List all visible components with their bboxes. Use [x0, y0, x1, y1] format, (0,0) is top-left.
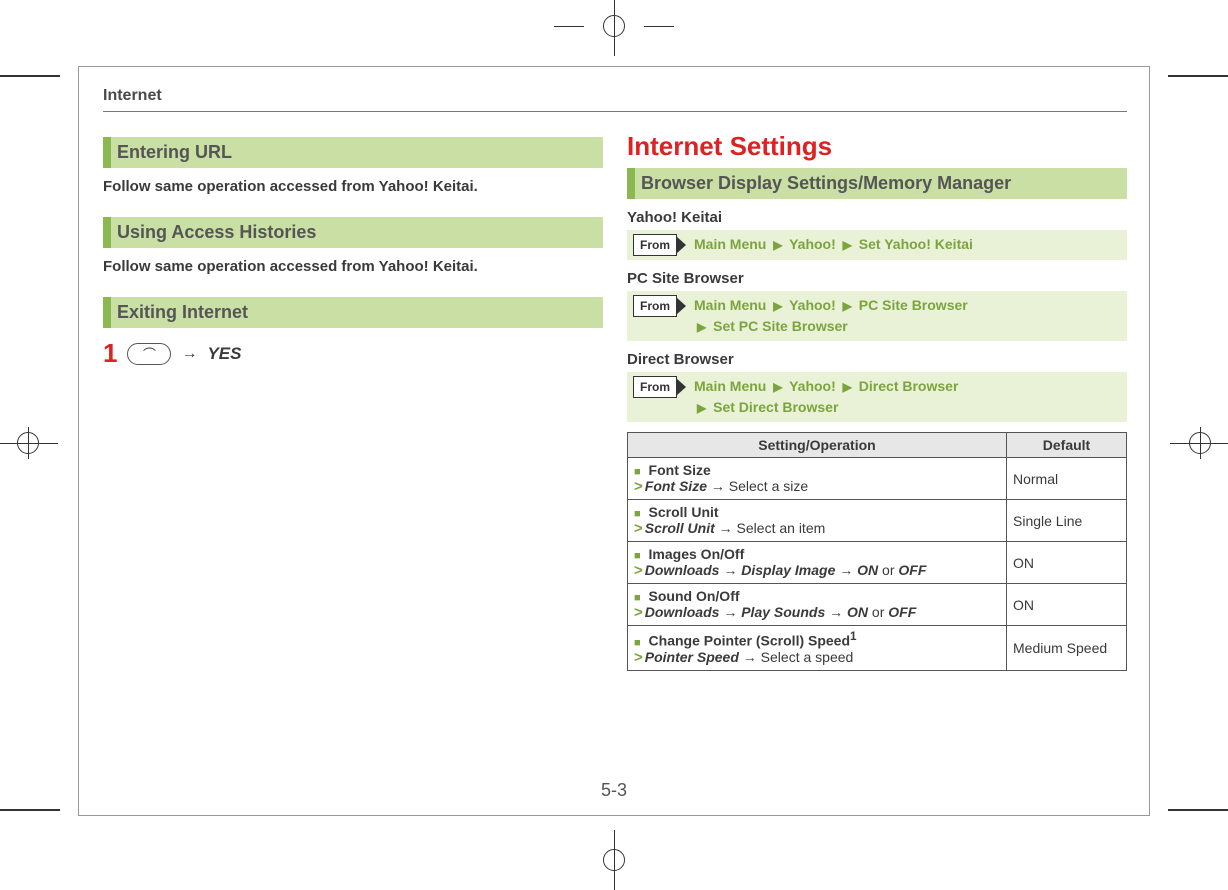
setting-cell: ■ Change Pointer (Scroll) Speed1>Pointer… — [628, 626, 1007, 671]
crop-mark — [1158, 55, 1228, 125]
col-setting: Setting/Operation — [628, 433, 1007, 458]
breadcrumb-path: Main Menu ▶ Yahoo! ▶ Set Yahoo! Keitai — [694, 234, 973, 255]
setting-cell: ■ Scroll Unit>Scroll Unit → Select an it… — [628, 500, 1007, 542]
registration-mark-right — [1170, 413, 1228, 473]
section-entering-url: Entering URL — [103, 137, 603, 168]
step-number: 1 — [103, 338, 117, 369]
step-1-row: 1 ⌒ → YES — [103, 338, 603, 369]
section-using-access-histories: Using Access Histories — [103, 217, 603, 248]
from-badge: From — [633, 295, 686, 317]
browser-mode-label: PC Site Browser — [627, 270, 1127, 287]
from-breadcrumb: From Main Menu ▶ Yahoo! ▶ PC Site Browser… — [627, 291, 1127, 341]
crop-mark — [0, 55, 70, 125]
registration-mark-left — [0, 413, 58, 473]
chapter-rule — [103, 111, 1127, 112]
from-breadcrumb: From Main Menu ▶ Yahoo! ▶ Set Yahoo! Keit… — [627, 230, 1127, 260]
default-cell: Single Line — [1007, 500, 1127, 542]
table-row: ■ Scroll Unit>Scroll Unit → Select an it… — [628, 500, 1127, 542]
entering-url-body: Follow same operation accessed from Yaho… — [103, 178, 603, 195]
from-breadcrumb: From Main Menu ▶ Yahoo! ▶ Direct Browser … — [627, 372, 1127, 422]
registration-mark-bottom — [584, 830, 644, 890]
setting-cell: ■ Font Size>Font Size → Select a size — [628, 458, 1007, 500]
col-default: Default — [1007, 433, 1127, 458]
from-badge: From — [633, 234, 686, 256]
from-badge: From — [633, 376, 686, 398]
breadcrumb-path: Main Menu ▶ Yahoo! ▶ PC Site Browser ▶ S… — [694, 295, 968, 337]
end-key-icon: ⌒ — [127, 343, 171, 365]
table-row: ■ Sound On/Off>Downloads → Play Sounds →… — [628, 584, 1127, 626]
table-row: ■ Font Size>Font Size → Select a sizeNor… — [628, 458, 1127, 500]
left-column: Entering URL Follow same operation acces… — [103, 131, 603, 369]
page-number: 5-3 — [601, 780, 627, 801]
registration-mark-top — [584, 0, 644, 56]
right-column: Internet Settings Browser Display Settin… — [627, 131, 1127, 671]
setting-cell: ■ Images On/Off>Downloads → Display Imag… — [628, 542, 1007, 584]
settings-table: Setting/Operation Default ■ Font Size>Fo… — [627, 432, 1127, 671]
page-frame: Internet Entering URL Follow same operat… — [78, 66, 1150, 816]
browser-mode-label: Yahoo! Keitai — [627, 209, 1127, 226]
heading-internet-settings: Internet Settings — [627, 131, 1127, 162]
default-cell: Medium Speed — [1007, 626, 1127, 671]
default-cell: ON — [1007, 584, 1127, 626]
crop-mark — [1158, 761, 1228, 831]
section-browser-display-settings: Browser Display Settings/Memory Manager — [627, 168, 1127, 199]
breadcrumb-path: Main Menu ▶ Yahoo! ▶ Direct Browser ▶ Se… — [694, 376, 958, 418]
browser-mode-label: Direct Browser — [627, 351, 1127, 368]
step-yes: YES — [207, 344, 241, 364]
crop-mark — [0, 761, 70, 831]
default-cell: ON — [1007, 542, 1127, 584]
using-access-histories-body: Follow same operation accessed from Yaho… — [103, 258, 603, 275]
setting-cell: ■ Sound On/Off>Downloads → Play Sounds →… — [628, 584, 1007, 626]
chapter-title: Internet — [103, 87, 162, 105]
section-exiting-internet: Exiting Internet — [103, 297, 603, 328]
default-cell: Normal — [1007, 458, 1127, 500]
table-row: ■ Images On/Off>Downloads → Display Imag… — [628, 542, 1127, 584]
table-row: ■ Change Pointer (Scroll) Speed1>Pointer… — [628, 626, 1127, 671]
arrow-icon: → — [181, 345, 197, 363]
